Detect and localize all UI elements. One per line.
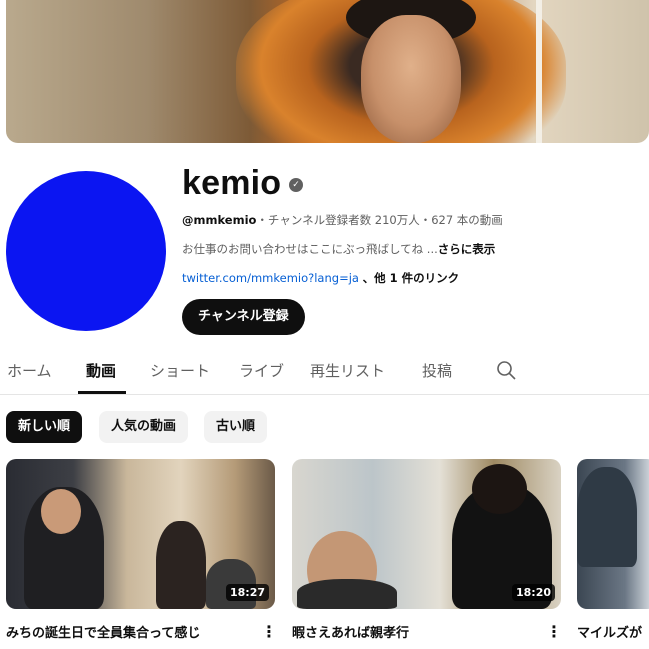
chip-oldest[interactable]: 古い順 [204,411,268,443]
channel-links: twitter.com/mmkemio?lang=ja 、他 1 件のリンク [182,270,459,286]
more-links-link[interactable]: 、他 1 件のリンク [363,271,460,285]
more-vert-icon[interactable]: ⋮ [261,622,277,642]
video-title[interactable]: マイルズが [577,622,642,641]
thumb-person [156,521,206,609]
channel-name: kemio [182,164,282,202]
channel-stats: ・チャンネル登録者数 210万人・627 本の動画 [256,213,503,227]
subscribe-button[interactable]: チャンネル登録 [182,299,305,335]
video-thumbnail[interactable]: 18:20 [292,459,561,609]
thumb-face [41,489,81,534]
thumb-hair [472,464,527,514]
tab-posts[interactable]: 投稿 [422,360,452,381]
video-thumbnail[interactable]: 18:27 [6,459,275,609]
search-icon[interactable] [496,360,516,380]
verified-check-icon: ✓ [289,178,303,192]
active-tab-indicator [78,391,126,394]
twitter-link[interactable]: twitter.com/mmkemio?lang=ja [182,271,359,285]
channel-description[interactable]: お仕事のお問い合わせはここにぶっ飛ばしてね ...さらに表示 [182,241,495,257]
tab-shorts[interactable]: ショート [150,360,210,381]
video-title[interactable]: みちの誕生日で全員集合って感じ [6,622,200,641]
channel-avatar[interactable] [6,171,166,331]
channel-tabs: ホーム 動画 ショート ライブ 再生リスト 投稿 [0,348,649,395]
channel-handle: @mmkemio [182,213,257,227]
tab-videos[interactable]: 動画 [86,360,116,381]
video-duration: 18:20 [511,584,555,601]
tab-playlists[interactable]: 再生リスト [310,360,385,381]
thumb-person [577,467,637,567]
video-title[interactable]: 暇さえあれば親孝行 [292,622,409,641]
description-text: お仕事のお問い合わせはここにぶっ飛ばしてね ... [182,242,438,256]
banner-mirror-edge [536,0,542,143]
video-thumbnail[interactable] [577,459,649,609]
tab-home[interactable]: ホーム [7,360,52,381]
chip-popular[interactable]: 人気の動画 [99,411,189,443]
banner-face [361,15,461,143]
more-vert-icon[interactable]: ⋮ [546,622,562,642]
channel-banner [6,0,649,143]
show-more-link[interactable]: さらに表示 [438,242,496,256]
channel-meta: @mmkemio・チャンネル登録者数 210万人・627 本の動画 [182,212,503,228]
chip-newest[interactable]: 新しい順 [6,411,83,443]
video-duration: 18:27 [225,584,269,601]
thumb-person [297,579,397,609]
tab-live[interactable]: ライブ [239,360,284,381]
